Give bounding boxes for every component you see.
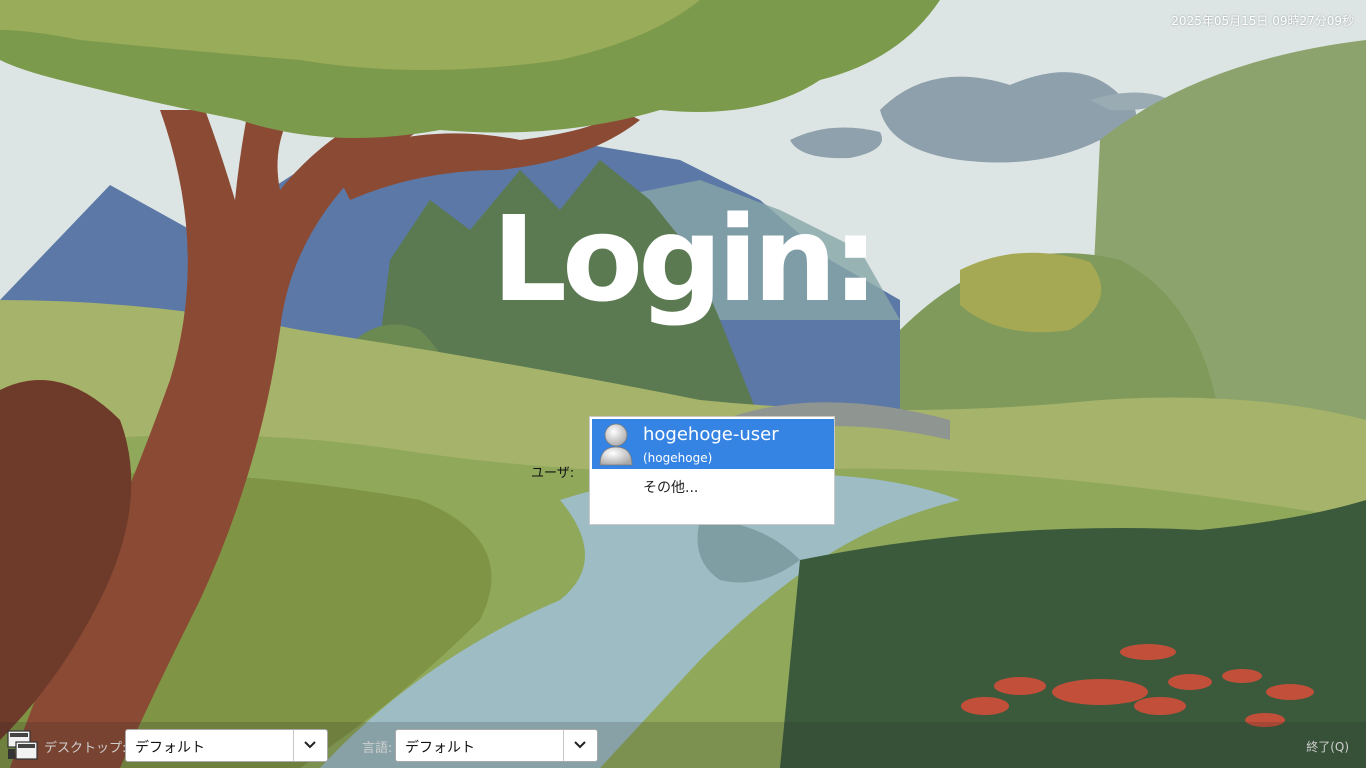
user-list[interactable]: hogehoge-user (hogehoge) その他...: [589, 416, 835, 525]
user-login-name: (hogehoge): [643, 451, 713, 465]
desktop-session-icon: [7, 730, 38, 760]
other-user-label: その他...: [643, 480, 699, 496]
user-avatar-icon: [599, 423, 633, 466]
desktop-session-select[interactable]: デフォルト: [125, 729, 328, 762]
user-label: ユーザ:: [531, 466, 575, 481]
desktop-dropdown-button[interactable]: [293, 730, 327, 761]
quit-button[interactable]: 終了(Q): [1306, 738, 1349, 755]
language-value: デフォルト: [405, 740, 475, 756]
language-select[interactable]: デフォルト: [395, 729, 598, 762]
desktop-label: デスクトップ:: [44, 741, 127, 756]
user-item-hogehoge[interactable]: hogehoge-user (hogehoge): [592, 419, 834, 469]
login-title: Login:: [491, 190, 879, 328]
language-label: 言語:: [362, 741, 393, 756]
chevron-down-icon: [574, 741, 586, 749]
chevron-down-icon: [304, 741, 316, 749]
user-display-name: hogehoge-user: [643, 424, 779, 445]
user-item-other[interactable]: その他...: [592, 473, 834, 497]
landscape-background: [0, 0, 1366, 768]
bottom-bar: デスクトップ: デフォルト 言語: デフォルト 終了(Q): [0, 722, 1366, 768]
datetime-clock: 2025年05月15日 09時27分09秒: [1171, 14, 1354, 28]
language-dropdown-button[interactable]: [563, 730, 597, 761]
desktop-session-value: デフォルト: [135, 740, 205, 756]
